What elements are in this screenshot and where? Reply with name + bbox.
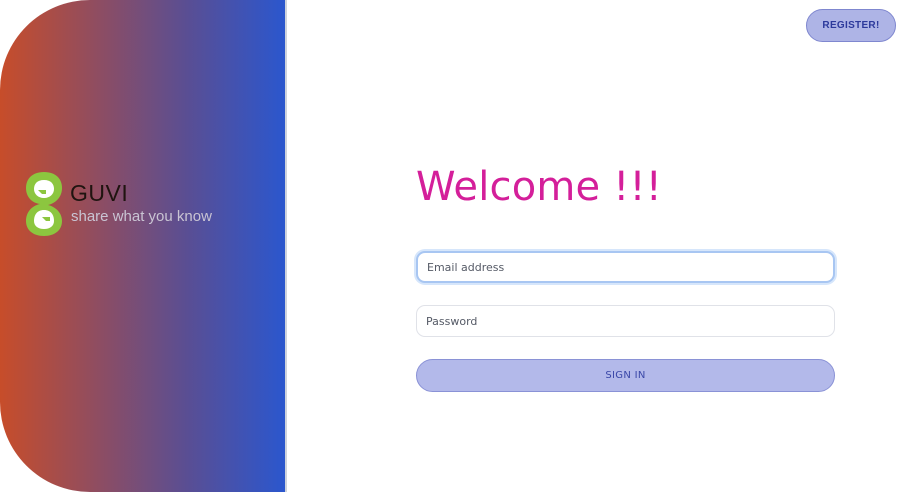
brand-tagline: share what you know (71, 208, 212, 225)
login-page: GUVI share what you know REGISTER! Welco… (0, 0, 913, 492)
guvi-logo-icon (26, 172, 62, 236)
welcome-heading: Welcome !!! (416, 164, 662, 210)
brand-name: GUVI (70, 180, 129, 206)
register-button[interactable]: REGISTER! (806, 9, 896, 42)
email-field[interactable] (416, 251, 835, 283)
password-field[interactable] (416, 305, 835, 337)
panel-divider (285, 0, 287, 492)
brand-panel: GUVI share what you know (0, 0, 287, 492)
brand-logo: GUVI share what you know (24, 170, 244, 240)
sign-in-button[interactable]: SIGN IN (416, 359, 835, 392)
